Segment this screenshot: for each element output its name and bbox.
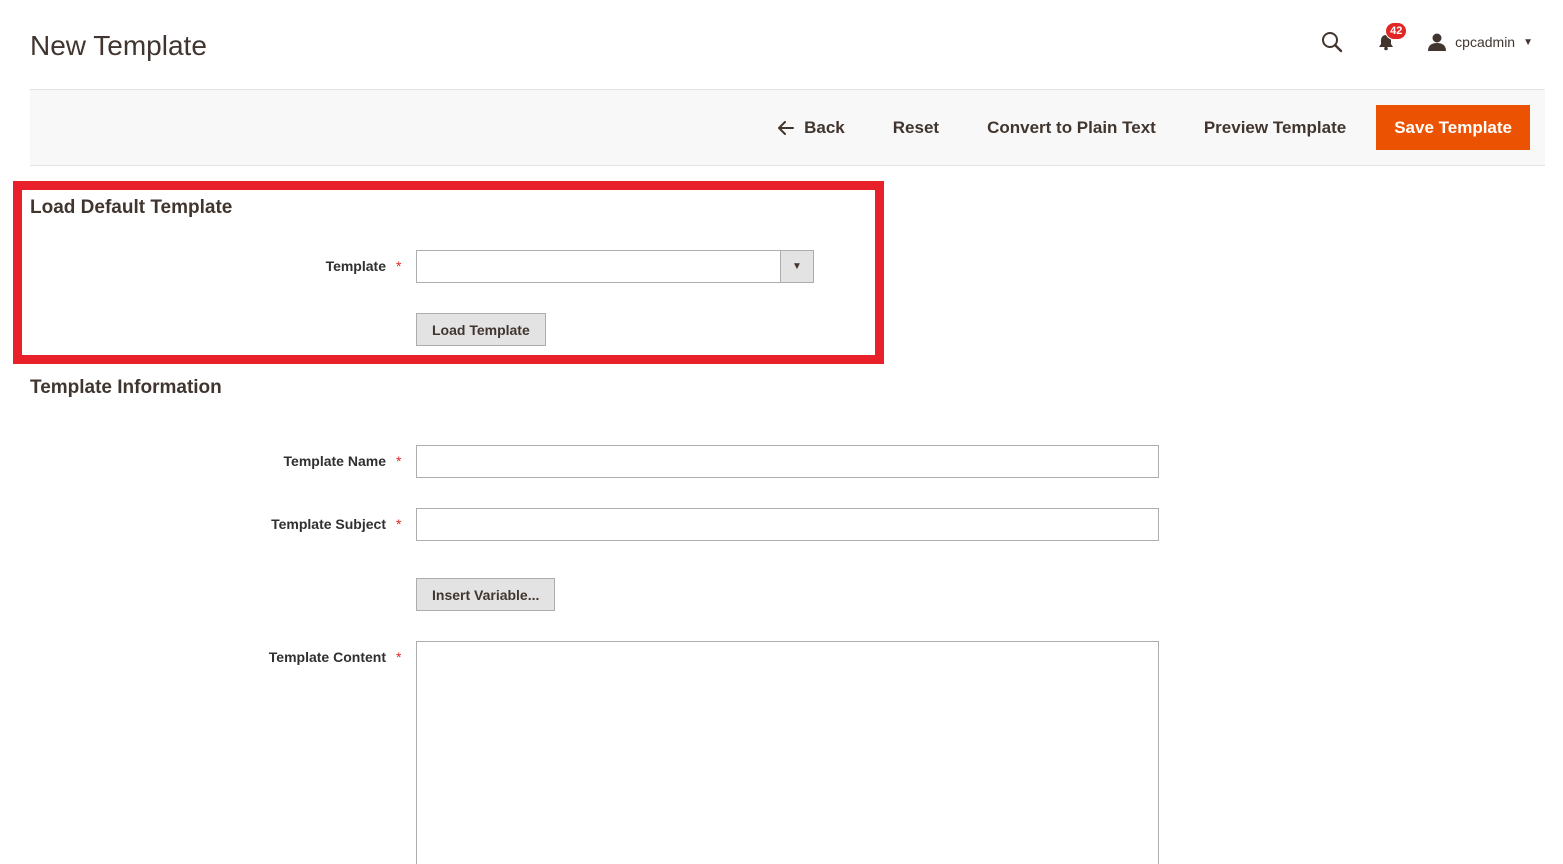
template-select-label: Template — [325, 258, 386, 274]
template-name-label: Template Name — [283, 453, 386, 469]
username: cpcadmin — [1455, 34, 1516, 50]
page-title: New Template — [30, 30, 207, 61]
back-label: Back — [804, 117, 845, 137]
back-button[interactable]: Back — [754, 105, 869, 150]
toolbar-actions: Back Reset Convert to Plain Text Preview… — [754, 105, 1530, 150]
notifications-button[interactable]: 42 — [1373, 22, 1408, 55]
convert-plain-text-button[interactable]: Convert to Plain Text — [963, 105, 1180, 150]
chevron-down-icon: ▼ — [780, 251, 813, 282]
search-button[interactable] — [1319, 29, 1345, 55]
preview-template-button[interactable]: Preview Template — [1180, 105, 1370, 150]
page-actions-toolbar: Back Reset Convert to Plain Text Preview… — [30, 89, 1545, 166]
required-marker: * — [396, 453, 402, 469]
template-subject-label: Template Subject — [271, 516, 386, 532]
template-content-label: Template Content — [268, 649, 386, 665]
user-menu[interactable]: cpcadmin ▼ — [1427, 32, 1533, 52]
template-name-input[interactable] — [416, 445, 1159, 478]
save-template-button[interactable]: Save Template — [1376, 105, 1530, 150]
template-information-section-title: Template Information — [30, 377, 222, 398]
page: New Template 42 cpcadmin ▼ Back Reset Co… — [0, 0, 1563, 864]
template-select[interactable]: ▼ — [416, 250, 814, 283]
required-marker: * — [396, 649, 402, 665]
required-marker: * — [396, 516, 402, 532]
reset-button[interactable]: Reset — [869, 105, 963, 150]
search-icon — [1322, 32, 1343, 53]
required-marker: * — [396, 258, 402, 274]
notifications-badge: 42 — [1385, 22, 1408, 40]
header-actions: 42 cpcadmin ▼ — [1319, 22, 1533, 60]
template-content-textarea[interactable] — [416, 641, 1159, 864]
chevron-down-icon: ▼ — [1523, 36, 1533, 48]
arrow-left-icon — [778, 120, 795, 135]
insert-variable-button[interactable]: Insert Variable... — [416, 578, 556, 611]
load-default-section-title: Load Default Template — [30, 197, 233, 218]
user-icon — [1428, 33, 1447, 51]
template-subject-input[interactable] — [416, 508, 1159, 541]
load-template-button[interactable]: Load Template — [416, 313, 546, 346]
